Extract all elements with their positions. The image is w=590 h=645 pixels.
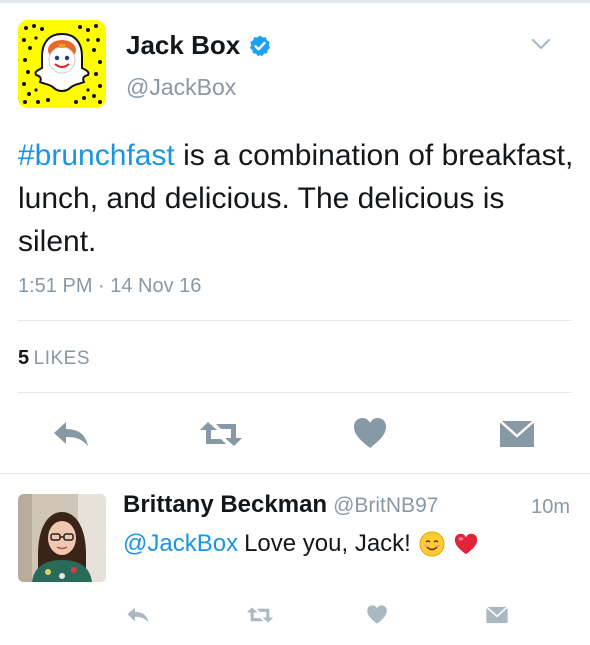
chevron-down-icon[interactable] [530,36,552,52]
reply-body: Love you, Jack! [244,530,411,557]
user-photo-icon [18,494,106,582]
like-icon[interactable] [352,416,388,450]
reply-icon[interactable] [50,418,92,450]
hashtag-link[interactable]: #brunchfast [18,139,175,172]
author-name-text[interactable]: Jack Box [126,30,240,61]
reply-author[interactable]: Brittany Beckman @BritNB97 [123,491,438,519]
section-divider [0,473,590,474]
reply-author-handle[interactable]: @BritNB97 [333,494,438,517]
reply-author-avatar[interactable] [18,494,106,582]
reply-text: @JackBox Love you, Jack! [123,530,479,558]
author-handle[interactable]: @JackBox [126,74,236,101]
retweet-icon[interactable] [245,605,275,625]
message-icon[interactable] [498,418,536,450]
like-icon[interactable] [366,604,388,625]
mention-link[interactable]: @JackBox [123,530,238,558]
author-name[interactable]: Jack Box [126,30,272,61]
author-avatar[interactable] [18,20,106,108]
likes-label: LIKES [33,348,90,369]
likes-count: 5 [18,347,30,369]
tweet-text: #brunchfast is a combination of breakfas… [18,134,578,263]
smiling-face-emoji [419,531,445,557]
likes-summary[interactable]: 5 LIKES [18,347,90,370]
heart-emoji [454,533,477,555]
message-icon[interactable] [485,605,509,625]
reply-author-name[interactable]: Brittany Beckman [123,491,327,518]
reply-icon[interactable] [125,605,151,625]
top-border [0,0,590,3]
verified-badge-icon [250,35,271,56]
divider [18,392,572,393]
reply-time[interactable]: 10m [531,496,570,519]
divider [18,320,572,321]
retweet-icon[interactable] [198,418,244,450]
tweet-timestamp[interactable]: 1:51 PM · 14 Nov 16 [18,275,201,298]
snapcode-ghost-icon [18,20,106,108]
